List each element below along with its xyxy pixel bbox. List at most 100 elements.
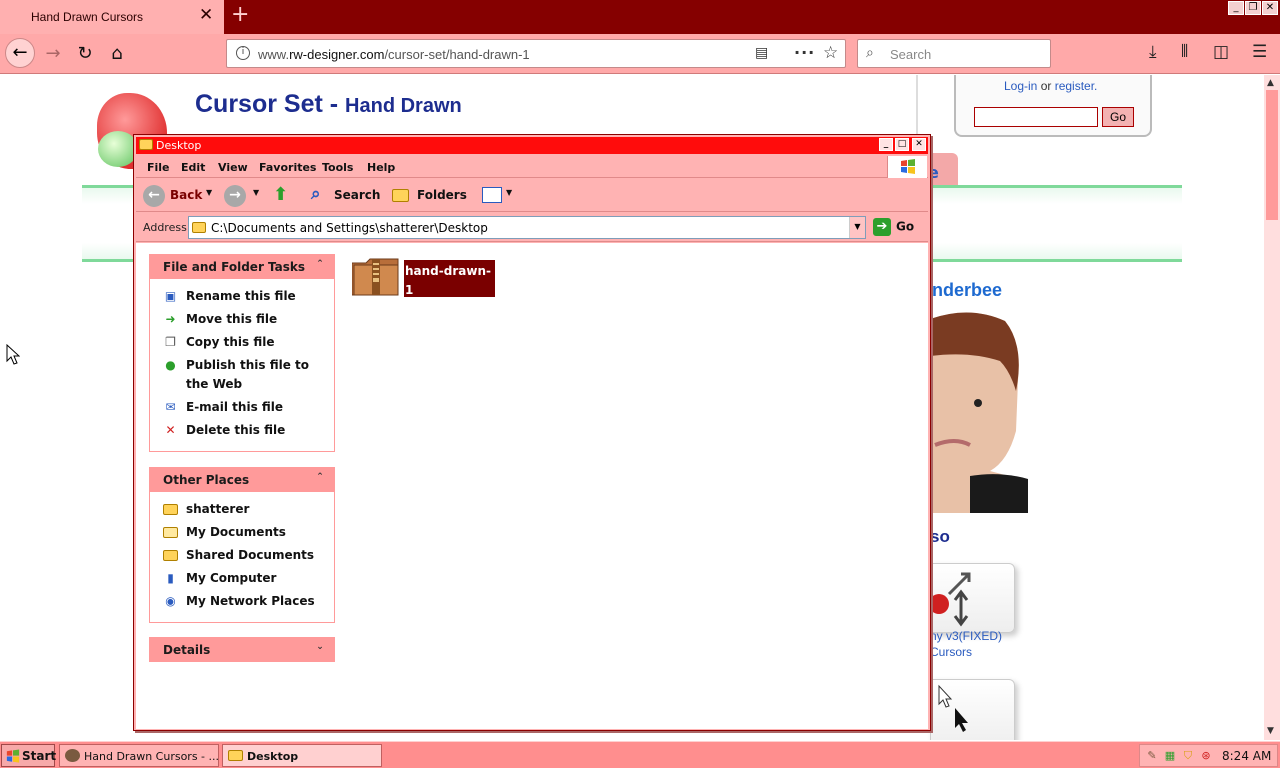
place-shatterer[interactable]: shatterer xyxy=(150,500,334,519)
bookmark-star-icon[interactable]: ☆ xyxy=(823,43,838,63)
thumbnail-label[interactable]: ny v3(FIXED) Cursors xyxy=(930,628,1002,660)
window-close-button[interactable]: ✕ xyxy=(1262,1,1278,15)
sidebar-icon[interactable]: ◫ xyxy=(1213,42,1229,62)
views-icon[interactable] xyxy=(482,187,502,203)
menu-favorites[interactable]: Favorites xyxy=(259,161,316,174)
back-arrow-icon[interactable]: ← xyxy=(143,185,165,207)
menu-icon[interactable]: ☰ xyxy=(1252,42,1267,62)
task-copy-file[interactable]: ❐ Copy this file xyxy=(150,333,334,352)
menu-file[interactable]: File xyxy=(147,161,170,174)
security-shield-icon[interactable]: ⛉ xyxy=(1181,749,1195,763)
minimize-button[interactable]: _ xyxy=(879,138,893,151)
place-my-documents[interactable]: My Documents xyxy=(150,523,334,542)
file-name-label[interactable]: hand-drawn-1 4 KB xyxy=(404,260,495,316)
scroll-up-icon[interactable]: ▲ xyxy=(1267,78,1274,88)
tray-app-icon[interactable]: ✎ xyxy=(1145,749,1159,763)
views-dropdown-icon[interactable]: ▼ xyxy=(506,188,512,197)
address-dropdown-icon[interactable]: ▼ xyxy=(849,217,865,238)
place-shared-documents[interactable]: Shared Documents xyxy=(150,546,334,565)
library-icon[interactable]: ⫴ xyxy=(1181,42,1188,62)
menu-help[interactable]: Help xyxy=(367,161,395,174)
browser-toolbar: ← → ↻ ⌂ i www.rw-designer.com/cursor-set… xyxy=(0,34,1280,74)
login-go-button[interactable]: Go xyxy=(1102,107,1134,127)
url-domain: rw-designer.com xyxy=(289,47,385,62)
collapse-icon[interactable]: ⌃ xyxy=(313,257,327,271)
search-input[interactable]: ⌕ Search xyxy=(857,39,1051,68)
explorer-window[interactable]: Desktop _ □ ✕ File Edit View Favorites T… xyxy=(133,134,931,731)
address-go-button[interactable]: ➔ Go xyxy=(873,218,914,236)
pane-title: Other Places xyxy=(163,473,250,487)
computer-icon: ▮ xyxy=(167,571,174,585)
task-delete-file[interactable]: ✕ Delete this file xyxy=(150,421,334,440)
reader-view-icon[interactable]: ▤ xyxy=(755,45,768,61)
home-icon[interactable]: ⌂ xyxy=(104,41,130,67)
task-publish-file[interactable]: ● Publish this file to the Web xyxy=(150,356,334,394)
scroll-down-icon[interactable]: ▼ xyxy=(1267,726,1274,736)
window-restore-button[interactable]: ❐ xyxy=(1245,1,1261,15)
back-dropdown-icon[interactable]: ▼ xyxy=(206,188,212,197)
folder-icon xyxy=(139,139,153,150)
collapse-icon[interactable]: ⌃ xyxy=(313,470,327,484)
author-name[interactable]: nderbee xyxy=(932,280,1002,301)
new-tab-button[interactable]: + xyxy=(231,3,249,27)
place-my-network-places[interactable]: ◉ My Network Places xyxy=(150,592,334,611)
taskbar-item-desktop[interactable]: Desktop xyxy=(222,744,382,767)
menu-edit[interactable]: Edit xyxy=(181,161,205,174)
pane-header[interactable]: Other Places ⌃ xyxy=(150,468,334,492)
back-arrow-icon[interactable]: ← xyxy=(5,38,35,68)
zip-folder-icon[interactable] xyxy=(352,257,400,297)
mouse-pointer-icon xyxy=(6,343,21,369)
task-move-file[interactable]: ➜ Move this file xyxy=(150,310,334,329)
place-my-computer[interactable]: ▮ My Computer xyxy=(150,569,334,588)
browser-tab[interactable]: Hand Drawn Cursors ✕ xyxy=(0,0,224,34)
download-icon[interactable]: ⤓ xyxy=(1149,42,1157,62)
up-folder-icon[interactable]: ⬆ xyxy=(273,184,288,205)
page-scrollbar[interactable]: ▲ ▼ xyxy=(1264,75,1280,740)
expand-icon[interactable]: ⌄ xyxy=(313,640,327,654)
scrollbar-thumb[interactable] xyxy=(1266,90,1278,220)
tray-network-icon[interactable]: ▦ xyxy=(1163,749,1177,763)
cursor-set-thumbnail[interactable] xyxy=(929,563,1015,633)
back-button[interactable]: Back xyxy=(170,188,202,202)
folder-icon xyxy=(163,504,178,515)
start-button[interactable]: Start xyxy=(1,744,56,767)
tab-close-icon[interactable]: ✕ xyxy=(199,6,213,23)
cursor-set-thumbnail[interactable] xyxy=(930,679,1015,740)
address-label: Address xyxy=(143,221,187,234)
taskbar-item-browser[interactable]: Hand Drawn Cursors - ... xyxy=(59,744,219,767)
window-minimize-button[interactable]: _ xyxy=(1228,1,1244,15)
menu-tools[interactable]: Tools xyxy=(322,161,353,174)
folders-button[interactable]: Folders xyxy=(417,188,467,202)
address-field[interactable]: C:\Documents and Settings\shatterer\Desk… xyxy=(188,216,866,239)
reload-icon[interactable]: ↻ xyxy=(72,41,98,67)
url-bar[interactable]: i www.rw-designer.com/cursor-set/hand-dr… xyxy=(226,39,846,68)
copy-icon: ❐ xyxy=(165,335,176,349)
login-input[interactable] xyxy=(974,107,1098,127)
login-or-text: or xyxy=(1037,79,1055,93)
task-rename-file[interactable]: ▣ Rename this file xyxy=(150,287,334,306)
info-icon[interactable]: i xyxy=(236,46,250,60)
task-email-file[interactable]: ✉ E-mail this file xyxy=(150,398,334,417)
explorer-title: Desktop xyxy=(156,139,202,152)
url-text[interactable]: www.rw-designer.com/cursor-set/hand-draw… xyxy=(258,47,530,62)
pane-header[interactable]: File and Folder Tasks ⌃ xyxy=(150,255,334,279)
maximize-button[interactable]: □ xyxy=(895,138,909,151)
url-prefix: www. xyxy=(258,47,290,62)
clock[interactable]: 8:24 AM xyxy=(1222,749,1271,763)
tray-alert-icon[interactable]: ⊛ xyxy=(1199,749,1213,763)
more-icon[interactable]: ··· xyxy=(794,43,815,62)
search-button[interactable]: Search xyxy=(334,188,380,202)
forward-arrow-icon[interactable]: → xyxy=(224,185,246,207)
pane-header[interactable]: Details ⌄ xyxy=(150,638,334,662)
forward-arrow-icon[interactable]: → xyxy=(40,41,66,67)
register-link[interactable]: register. xyxy=(1055,79,1098,93)
explorer-titlebar[interactable]: Desktop _ □ ✕ xyxy=(136,137,928,154)
taskbar-item-label: Desktop xyxy=(247,750,299,763)
menu-view[interactable]: View xyxy=(218,161,248,174)
search-icon[interactable]: ⌕ xyxy=(311,184,321,204)
forward-dropdown-icon[interactable]: ▼ xyxy=(253,188,259,197)
login-link[interactable]: Log-in xyxy=(1004,79,1037,93)
folders-icon[interactable] xyxy=(392,189,409,202)
address-path: C:\Documents and Settings\shatterer\Desk… xyxy=(211,221,488,235)
close-button[interactable]: ✕ xyxy=(912,138,926,151)
